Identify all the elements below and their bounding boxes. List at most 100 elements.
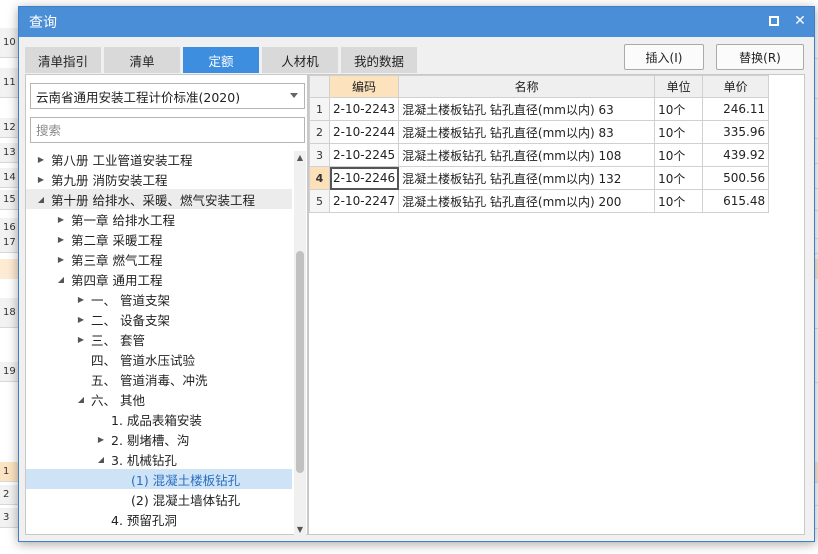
table-header-row: 编码 名称 单位 单价 <box>309 75 770 98</box>
tree-node[interactable]: ▶ 第三章 燃气工程 <box>26 249 292 269</box>
insert-button[interactable]: 插入(I) <box>624 44 704 70</box>
tree-node-label: 2. 剔堵槽、沟 <box>111 432 190 448</box>
tree-node[interactable]: ◢ 第四章 通用工程 <box>26 269 292 289</box>
tree-node[interactable]: ▶ 三、 套管 <box>26 329 292 349</box>
close-button[interactable]: ✕ <box>792 13 808 29</box>
collapsed-arrow-icon[interactable]: ▶ <box>74 295 88 304</box>
replace-button[interactable]: 替换(R) <box>716 44 804 70</box>
table-row[interactable]: 1 2-10-2243 混凝土楼板钻孔 钻孔直径(mm以内) 63 10个 246.11 <box>309 97 770 121</box>
cell-code[interactable]: 2-10-2246 <box>328 166 400 190</box>
collapsed-arrow-icon[interactable]: ▶ <box>74 335 88 344</box>
tree-node[interactable]: ◢ 3. 机械钻孔 <box>26 449 292 469</box>
collapsed-arrow-icon[interactable]: ▶ <box>74 315 88 324</box>
table-row[interactable]: 5 2-10-2247 混凝土楼板钻孔 钻孔直径(mm以内) 200 10个 615.4… <box>309 189 770 213</box>
background-row-number: 12 <box>0 118 18 138</box>
expanded-arrow-icon[interactable]: ◢ <box>54 275 68 284</box>
tree-node[interactable]: ▶ 第八册 工业管道安装工程 <box>26 149 292 169</box>
cell-price[interactable]: 500.56 <box>702 166 770 190</box>
cell-name[interactable]: 混凝土楼板钻孔 钻孔直径(mm以内) 132 <box>398 166 656 190</box>
expanded-arrow-icon[interactable]: ◢ <box>94 455 108 464</box>
cell-code[interactable]: 2-10-2243 <box>328 97 400 121</box>
tree-node-label: 六、 其他 <box>91 392 145 408</box>
cell-price[interactable]: 335.96 <box>702 120 770 144</box>
tree-node[interactable]: ◢ 第十册 给排水、采暖、燃气安装工程 <box>26 189 292 209</box>
row-number[interactable]: 3 <box>309 143 330 167</box>
column-header-code[interactable]: 编码 <box>328 75 400 98</box>
tree-node-label: 第二章 采暖工程 <box>71 232 163 248</box>
collapsed-arrow-icon[interactable]: ▶ <box>34 155 48 164</box>
cell-name[interactable]: 混凝土楼板钻孔 钻孔直径(mm以内) 83 <box>398 120 656 144</box>
tree-node[interactable]: ▶(2) 混凝土墙体钻孔 <box>26 489 292 509</box>
quota-table: 编码 名称 单位 单价 1 2-10-2243 混凝土楼板钻孔 钻孔直径(mm以内)… <box>309 75 770 213</box>
tree-node[interactable]: ▶ 二、 设备支架 <box>26 309 292 329</box>
cell-code[interactable]: 2-10-2247 <box>328 189 400 213</box>
tab-list[interactable]: 清单 <box>104 47 180 73</box>
scroll-down-icon[interactable]: ▼ <box>294 523 306 535</box>
scroll-up-icon[interactable]: ▲ <box>294 151 306 163</box>
category-tree: ▶ 第八册 工业管道安装工程 ▶ 第九册 消防安装工程 ◢ 第十册 给排水、采暖、燃气安装… <box>26 149 292 534</box>
column-header-name[interactable]: 名称 <box>398 75 656 98</box>
standard-select-value: 云南省通用安装工程计价标准(2020) <box>36 89 241 105</box>
cell-unit[interactable]: 10个 <box>654 143 704 167</box>
tree-node[interactable]: ▶四、 管道水压试验 <box>26 349 292 369</box>
standard-select[interactable]: 云南省通用安装工程计价标准(2020) <box>30 83 305 109</box>
row-number[interactable]: 2 <box>309 120 330 144</box>
chevron-down-icon <box>290 93 298 98</box>
tree-node[interactable]: ▶五、 管道消毒、冲洗 <box>26 369 292 389</box>
maximize-icon <box>769 16 779 26</box>
tab-my-data[interactable]: 我的数据 <box>341 47 417 73</box>
tree-node[interactable]: ▶(1) 混凝土楼板钻孔 <box>26 469 292 489</box>
expanded-arrow-icon[interactable]: ◢ <box>34 195 48 204</box>
tree-node[interactable]: ◢ 六、 其他 <box>26 389 292 409</box>
cell-unit[interactable]: 10个 <box>654 189 704 213</box>
collapsed-arrow-icon[interactable]: ▶ <box>54 215 68 224</box>
table-row[interactable]: 3 2-10-2245 混凝土楼板钻孔 钻孔直径(mm以内) 108 10个 439.9… <box>309 143 770 167</box>
collapsed-arrow-icon[interactable]: ▶ <box>54 235 68 244</box>
cell-code[interactable]: 2-10-2244 <box>328 120 400 144</box>
tree-node[interactable]: ▶ 一、 管道支架 <box>26 289 292 309</box>
search-input[interactable] <box>30 117 305 143</box>
table-row[interactable]: 2 2-10-2244 混凝土楼板钻孔 钻孔直径(mm以内) 83 10个 335.96 <box>309 120 770 144</box>
tree-node[interactable]: ▶4. 预留孔洞 <box>26 509 292 529</box>
cell-unit[interactable]: 10个 <box>654 166 704 190</box>
tree-node[interactable]: ▶ 第二章 采暖工程 <box>26 229 292 249</box>
row-number[interactable]: 1 <box>309 97 330 121</box>
tree-node[interactable]: ▶ 2. 剔堵槽、沟 <box>26 429 292 449</box>
tree-node[interactable]: ▶ 第九册 消防安装工程 <box>26 169 292 189</box>
tree-node-label: 第十册 给排水、采暖、燃气安装工程 <box>51 192 255 208</box>
cell-code[interactable]: 2-10-2245 <box>328 143 400 167</box>
tab-quota[interactable]: 定额 <box>183 47 259 73</box>
cell-unit[interactable]: 10个 <box>654 120 704 144</box>
category-panel: 云南省通用安装工程计价标准(2020) ▶第八册 工业管道安装工程▶第九册 消防… <box>25 74 308 535</box>
expanded-arrow-icon[interactable]: ◢ <box>74 395 88 404</box>
maximize-button[interactable] <box>766 13 782 29</box>
close-icon: ✕ <box>794 13 806 29</box>
tree-scrollbar[interactable]: ▲ ▼ <box>294 151 306 535</box>
cell-price[interactable]: 246.11 <box>702 97 770 121</box>
cell-price[interactable]: 439.92 <box>702 143 770 167</box>
tree-node-label: 第三章 燃气工程 <box>71 252 163 268</box>
collapsed-arrow-icon[interactable]: ▶ <box>34 175 48 184</box>
table-row[interactable]: 4 2-10-2246 混凝土楼板钻孔 钻孔直径(mm以内) 132 10个 500.5… <box>309 166 770 190</box>
tab-list-guide[interactable]: 清单指引 <box>25 47 101 73</box>
column-header-unit[interactable]: 单位 <box>654 75 704 98</box>
row-number[interactable]: 4 <box>309 166 330 190</box>
tree-node[interactable]: ▶1. 成品表箱安装 <box>26 409 292 429</box>
column-header-price[interactable]: 单价 <box>702 75 770 98</box>
tree-node[interactable]: ▶ 第一章 给排水工程 <box>26 209 292 229</box>
collapsed-arrow-icon[interactable]: ▶ <box>54 255 68 264</box>
row-number[interactable]: 5 <box>309 189 330 213</box>
cell-name[interactable]: 混凝土楼板钻孔 钻孔直径(mm以内) 200 <box>398 189 656 213</box>
tree-node-label: 四、 管道水压试验 <box>91 352 195 368</box>
cell-name[interactable]: 混凝土楼板钻孔 钻孔直径(mm以内) 63 <box>398 97 656 121</box>
scrollbar-thumb[interactable] <box>296 251 304 473</box>
cell-price[interactable]: 615.48 <box>702 189 770 213</box>
background-row-number: 11 <box>0 68 18 98</box>
tab-labor-material-machine[interactable]: 人材机 <box>262 47 338 73</box>
tree-node-label: 1. 成品表箱安装 <box>111 412 202 428</box>
background-row-number: 19 <box>0 362 18 382</box>
background-row-number: 14 <box>0 168 18 188</box>
cell-name[interactable]: 混凝土楼板钻孔 钻孔直径(mm以内) 108 <box>398 143 656 167</box>
collapsed-arrow-icon[interactable]: ▶ <box>94 435 108 444</box>
cell-unit[interactable]: 10个 <box>654 97 704 121</box>
